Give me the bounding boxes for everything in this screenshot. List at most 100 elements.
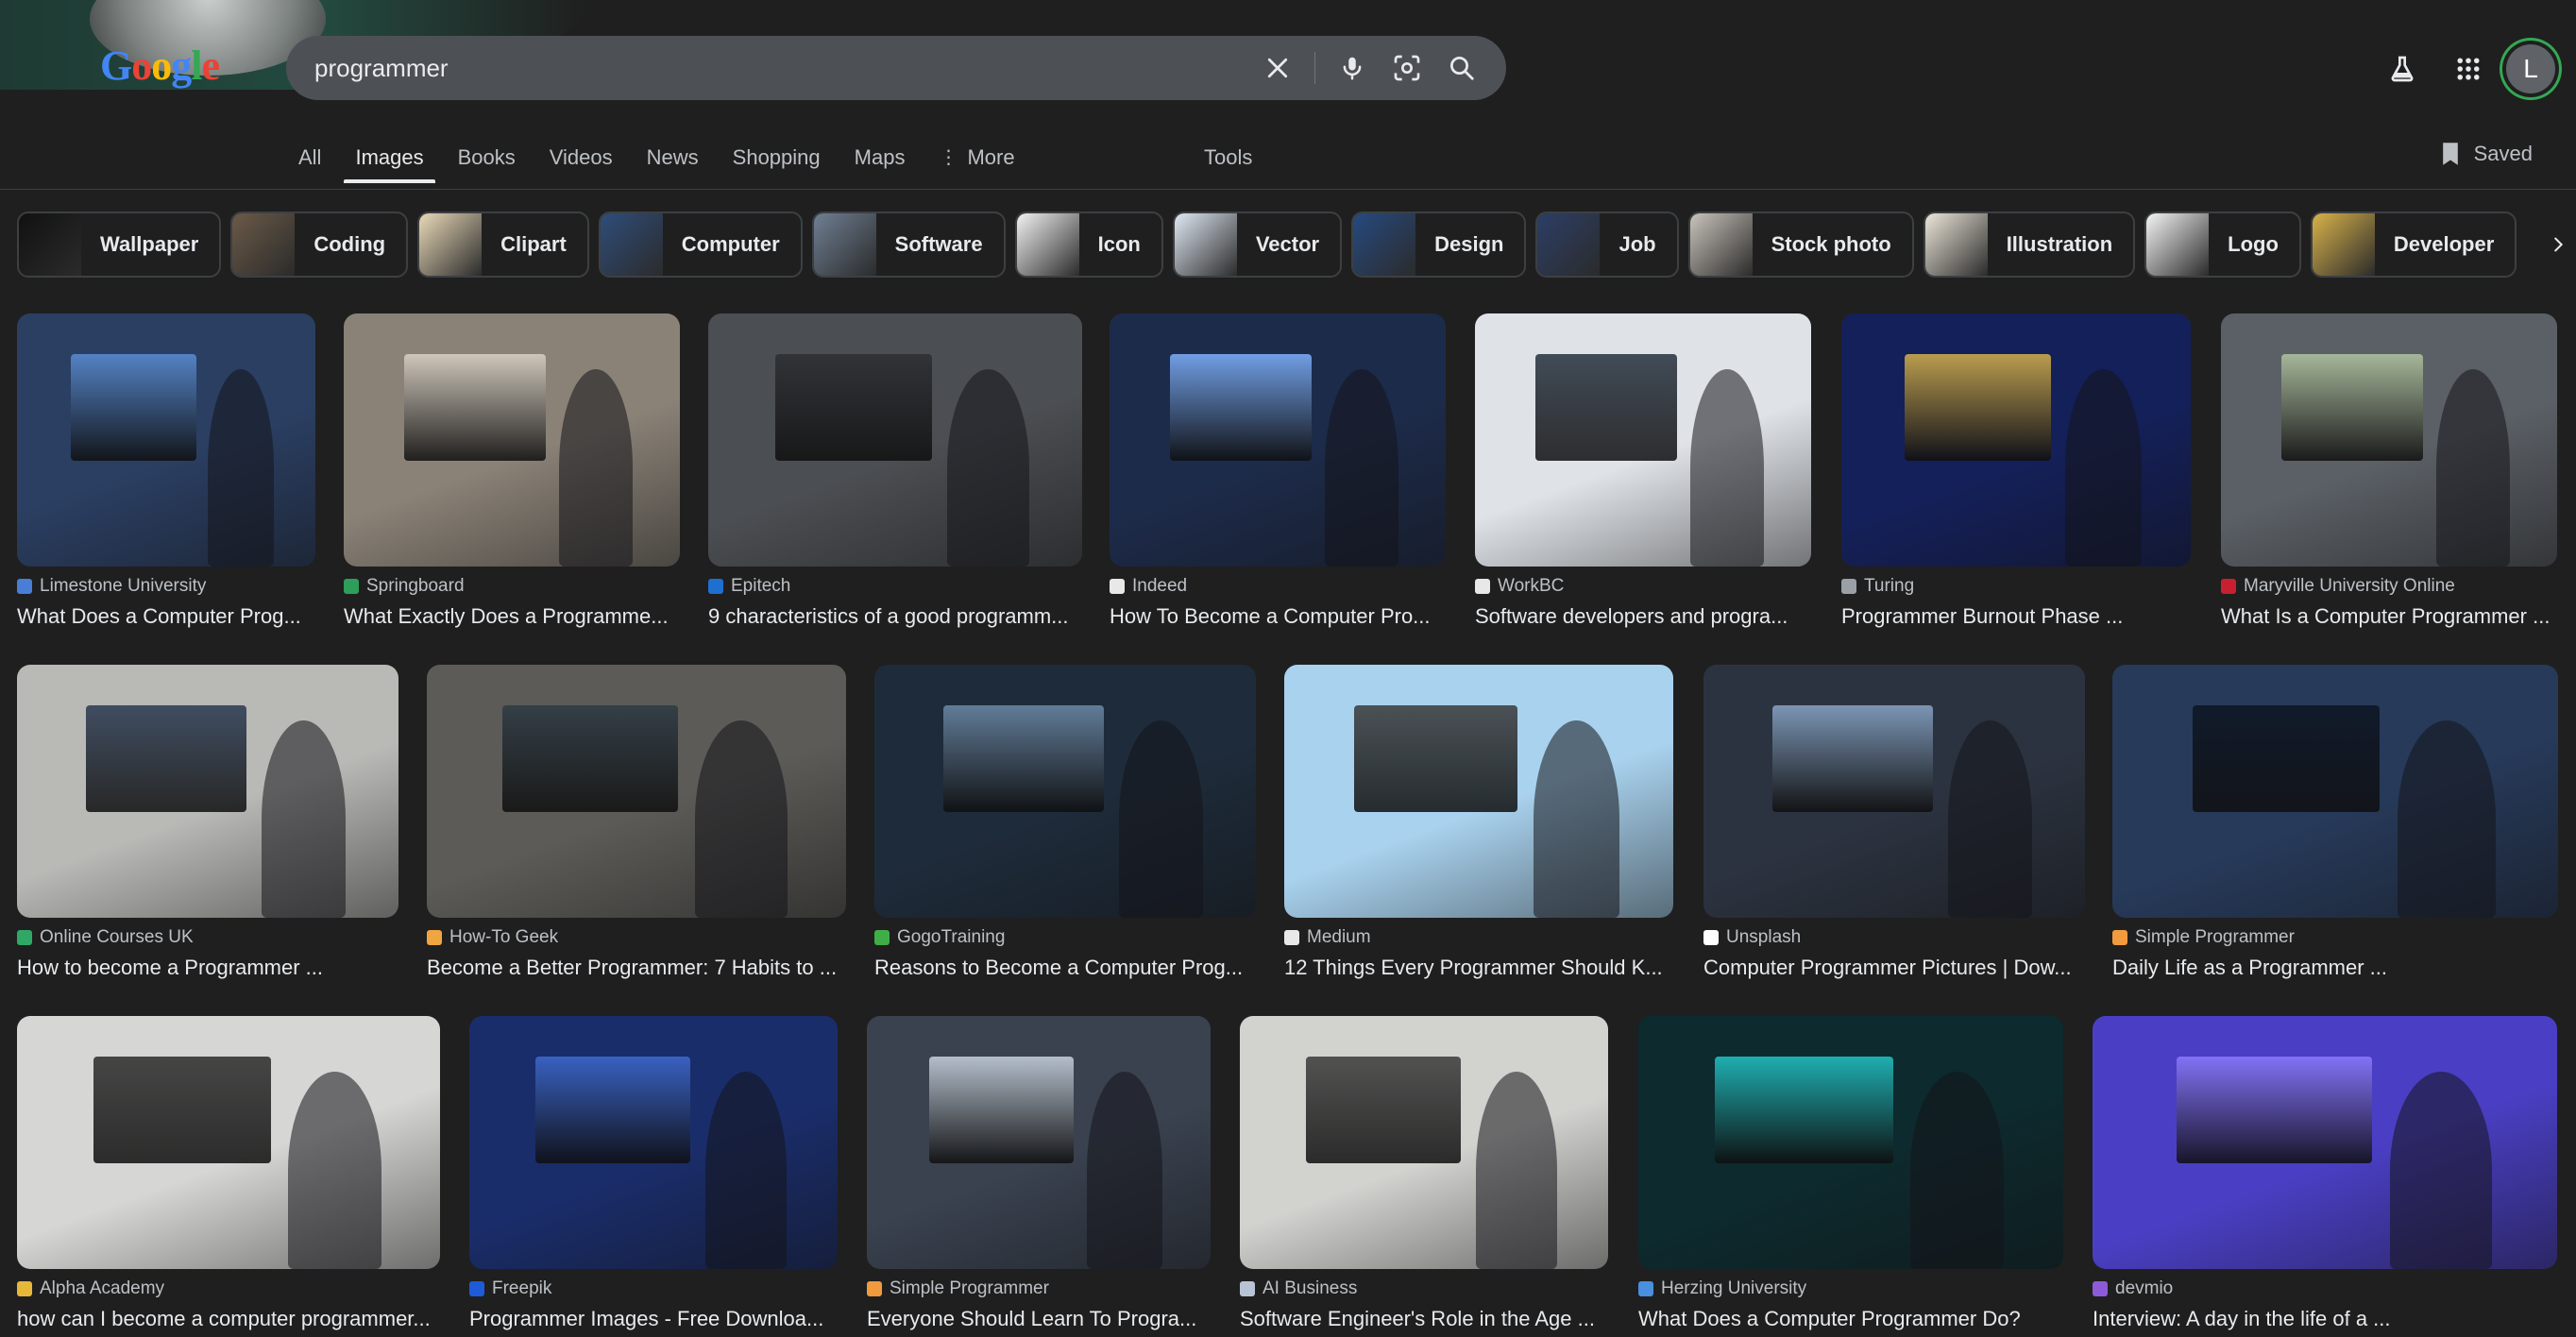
result-title[interactable]: How To Become a Computer Pro... — [1110, 604, 1446, 629]
result-source-row: devmio — [2093, 1278, 2557, 1299]
chip-vector[interactable]: Vector — [1172, 212, 1343, 278]
source-favicon-icon — [17, 579, 32, 594]
result-title[interactable]: Computer Programmer Pictures | Dow... — [1703, 956, 2085, 980]
image-result[interactable]: How-To Geek Become a Better Programmer: 7… — [427, 665, 846, 980]
tab-maps[interactable]: Maps — [855, 140, 906, 183]
result-title[interactable]: Programmer Burnout Phase ... — [1841, 604, 2191, 629]
chip-computer[interactable]: Computer — [598, 212, 803, 278]
tab-videos[interactable]: Videos — [550, 140, 613, 183]
result-thumbnail[interactable] — [2221, 313, 2557, 567]
image-result[interactable]: Limestone University What Does a Computer… — [17, 313, 315, 629]
image-result[interactable]: Indeed How To Become a Computer Pro... — [1110, 313, 1446, 629]
result-thumbnail[interactable] — [427, 665, 846, 918]
clear-icon[interactable] — [1250, 41, 1305, 95]
result-title[interactable]: Programmer Images - Free Downloa... — [469, 1307, 838, 1331]
tab-more[interactable]: ⋮ More — [939, 140, 1014, 183]
camera-lens-icon[interactable] — [1380, 41, 1434, 95]
chips-next-button[interactable] — [2523, 212, 2576, 278]
result-thumbnail[interactable] — [344, 313, 680, 567]
chip-logo[interactable]: Logo — [2144, 212, 2301, 278]
image-result[interactable]: Freepik Programmer Images - Free Downloa.… — [469, 1016, 838, 1331]
result-title[interactable]: How to become a Programmer ... — [17, 956, 398, 980]
image-result[interactable]: WorkBC Software developers and progra... — [1475, 313, 1811, 629]
tab-shopping[interactable]: Shopping — [733, 140, 821, 183]
result-thumbnail[interactable] — [1240, 1016, 1608, 1269]
search-input[interactable] — [286, 52, 1250, 84]
result-title[interactable]: Software developers and progra... — [1475, 604, 1811, 629]
image-result[interactable]: Simple Programmer Daily Life as a Program… — [2112, 665, 2558, 980]
result-thumbnail[interactable] — [1703, 665, 2085, 918]
apps-grid-icon[interactable] — [2440, 41, 2497, 97]
tab-news[interactable]: News — [647, 140, 699, 183]
thumbnail-screen-shape — [1905, 354, 2051, 461]
image-result[interactable]: Unsplash Computer Programmer Pictures | D… — [1703, 665, 2085, 980]
avatar[interactable]: L — [2506, 44, 2555, 93]
result-title[interactable]: What Exactly Does a Programme... — [344, 604, 680, 629]
result-title[interactable]: Everyone Should Learn To Progra... — [867, 1307, 1211, 1331]
image-result[interactable]: Epitech 9 characteristics of a good progr… — [708, 313, 1082, 629]
chip-software[interactable]: Software — [811, 212, 1006, 278]
result-thumbnail[interactable] — [1284, 665, 1673, 918]
logo-letter: o — [131, 42, 152, 89]
result-title[interactable]: Reasons to Become a Computer Prog... — [874, 956, 1256, 980]
chip-icon[interactable]: Icon — [1014, 212, 1163, 278]
result-title[interactable]: 12 Things Every Programmer Should K... — [1284, 956, 1673, 980]
result-title[interactable]: Become a Better Programmer: 7 Habits to … — [427, 956, 846, 980]
chip-coding[interactable]: Coding — [230, 212, 409, 278]
result-thumbnail[interactable] — [874, 665, 1256, 918]
image-result[interactable]: AI Business Software Engineer's Role in t… — [1240, 1016, 1608, 1331]
saved-button[interactable]: Saved — [2440, 142, 2533, 166]
image-result[interactable]: Herzing University What Does a Computer P… — [1638, 1016, 2063, 1331]
chip-clipart[interactable]: Clipart — [417, 212, 589, 278]
result-thumbnail[interactable] — [17, 313, 315, 567]
result-thumbnail[interactable] — [867, 1016, 1211, 1269]
result-thumbnail[interactable] — [1110, 313, 1446, 567]
image-result[interactable]: Turing Programmer Burnout Phase ... — [1841, 313, 2191, 629]
tab-books[interactable]: Books — [458, 140, 516, 183]
microphone-icon[interactable] — [1325, 41, 1380, 95]
chip-stock-photo[interactable]: Stock photo — [1687, 212, 1914, 278]
image-result[interactable]: Springboard What Exactly Does a Programme… — [344, 313, 680, 629]
result-thumbnail[interactable] — [1475, 313, 1811, 567]
result-thumbnail[interactable] — [2112, 665, 2558, 918]
image-result[interactable]: Medium 12 Things Every Programmer Should … — [1284, 665, 1673, 980]
image-result[interactable]: Simple Programmer Everyone Should Learn T… — [867, 1016, 1211, 1331]
labs-flask-icon[interactable] — [2374, 41, 2431, 97]
chip-developer[interactable]: Developer — [2310, 212, 2517, 278]
chip-design[interactable]: Design — [1351, 212, 1527, 278]
chip-illustration[interactable]: Illustration — [1923, 212, 2136, 278]
tools-button[interactable]: Tools — [1204, 145, 1252, 170]
search-icon[interactable] — [1434, 41, 1489, 95]
result-title[interactable]: Daily Life as a Programmer ... — [2112, 956, 2558, 980]
result-title[interactable]: Software Engineer's Role in the Age ... — [1240, 1307, 1608, 1331]
image-result[interactable]: Online Courses UK How to become a Program… — [17, 665, 398, 980]
chip-wallpaper[interactable]: Wallpaper — [17, 212, 222, 278]
result-title[interactable]: how can I become a computer programmer..… — [17, 1307, 440, 1331]
chip-job[interactable]: Job — [1535, 212, 1679, 278]
result-title[interactable]: 9 characteristics of a good programm... — [708, 604, 1082, 629]
result-thumbnail[interactable] — [17, 1016, 440, 1269]
result-title[interactable]: What Does a Computer Prog... — [17, 604, 315, 629]
thumbnail-figure-shape — [947, 369, 1029, 567]
thumbnail-screen-shape — [1354, 705, 1517, 812]
result-title[interactable]: What Is a Computer Programmer ... — [2221, 604, 2557, 629]
tab-all[interactable]: All — [298, 140, 321, 183]
tab-images[interactable]: Images — [344, 140, 435, 183]
result-title[interactable]: What Does a Computer Programmer Do? — [1638, 1307, 2063, 1331]
result-thumbnail[interactable] — [1841, 313, 2191, 567]
image-result[interactable]: Alpha Academy how can I become a computer… — [17, 1016, 440, 1331]
result-thumbnail[interactable] — [708, 313, 1082, 567]
image-result[interactable]: Maryville University Online What Is a Com… — [2221, 313, 2557, 629]
source-favicon-icon — [17, 930, 32, 945]
result-source-row: Turing — [1841, 576, 2191, 597]
result-title[interactable]: Interview: A day in the life of a ... — [2093, 1307, 2557, 1331]
image-result[interactable]: devmio Interview: A day in the life of a … — [2093, 1016, 2557, 1331]
google-logo[interactable]: Google — [100, 42, 220, 90]
result-thumbnail[interactable] — [17, 665, 398, 918]
result-thumbnail[interactable] — [2093, 1016, 2557, 1269]
result-source-row: Limestone University — [17, 576, 315, 597]
result-thumbnail[interactable] — [1638, 1016, 2063, 1269]
image-result[interactable]: GogoTraining Reasons to Become a Computer… — [874, 665, 1256, 980]
result-thumbnail[interactable] — [469, 1016, 838, 1269]
result-source: Epitech — [731, 576, 791, 596]
